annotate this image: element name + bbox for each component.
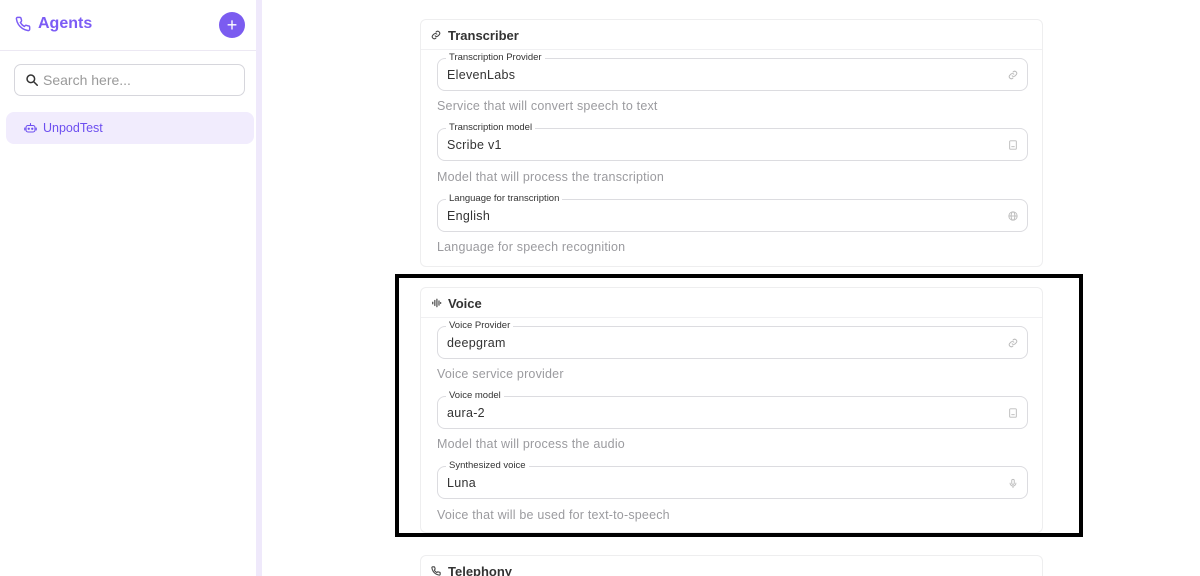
field-value: Luna (447, 476, 477, 490)
field-helper-text: Language for speech recognition (437, 240, 626, 254)
microphone-icon (1009, 478, 1017, 489)
sidebar-divider (256, 0, 262, 576)
field-label: Transcription Provider (446, 52, 545, 64)
transcription-language-field[interactable]: Language for transcription English (437, 193, 1028, 232)
app-window: Agents + UnpodTest Transcriber Transcrip… (0, 0, 1200, 576)
sidebar-item-label: UnpodTest (43, 121, 103, 135)
field-label: Voice Provider (446, 320, 514, 332)
field-helper-text: Model that will process the transcriptio… (437, 170, 665, 184)
globe-icon (1008, 211, 1018, 221)
voice-model-field[interactable]: Voice model aura-2 (437, 390, 1028, 429)
field-value: English (447, 209, 491, 223)
add-agent-button[interactable]: + (219, 12, 245, 38)
field-helper-text: Voice that will be used for text-to-spee… (437, 508, 670, 522)
voice-card: Voice Voice Provider deepgram Voice serv… (420, 287, 1043, 533)
telephony-title: Telephony (448, 564, 513, 576)
field-label: Voice model (446, 390, 504, 402)
phone-icon (15, 16, 31, 32)
search-box (14, 64, 245, 96)
phone-icon (431, 566, 441, 576)
field-helper-text: Model that will process the audio (437, 437, 625, 451)
field-helper-text: Service that will convert speech to text (437, 99, 658, 113)
field-helper-text: Voice service provider (437, 367, 564, 381)
telephony-card: Telephony (420, 555, 1043, 576)
field-value: ElevenLabs (447, 68, 516, 82)
sidebar: Agents + UnpodTest (0, 0, 258, 576)
voice-header: Voice (421, 288, 1042, 318)
chip-icon (1009, 140, 1017, 150)
link-icon (1008, 70, 1018, 80)
field-value: deepgram (447, 336, 506, 350)
transcriber-header: Transcriber (421, 20, 1042, 50)
field-label: Language for transcription (446, 193, 563, 205)
transcription-model-field[interactable]: Transcription model Scribe v1 (437, 122, 1028, 161)
chip-icon (1009, 408, 1017, 418)
transcription-provider-field[interactable]: Transcription Provider ElevenLabs (437, 52, 1028, 91)
link-icon (1008, 338, 1018, 348)
field-label: Synthesized voice (446, 460, 529, 472)
sidebar-item-unpodtest[interactable]: UnpodTest (6, 112, 254, 144)
waveform-icon (432, 298, 442, 308)
robot-icon (24, 122, 37, 133)
synthesized-voice-field[interactable]: Synthesized voice Luna (437, 460, 1028, 499)
search-input[interactable] (43, 70, 238, 90)
link-icon (431, 30, 441, 40)
voice-provider-field[interactable]: Voice Provider deepgram (437, 320, 1028, 359)
transcriber-title: Transcriber (448, 28, 519, 43)
search-icon (26, 74, 39, 87)
field-value: aura-2 (447, 406, 485, 420)
telephony-header: Telephony (421, 556, 1042, 576)
field-value: Scribe v1 (447, 138, 502, 152)
voice-title: Voice (448, 296, 482, 311)
sidebar-header: Agents + (0, 0, 256, 51)
field-label: Transcription model (446, 122, 536, 134)
transcriber-card: Transcriber Transcription Provider Eleve… (420, 19, 1043, 267)
sidebar-title: Agents (38, 15, 93, 32)
